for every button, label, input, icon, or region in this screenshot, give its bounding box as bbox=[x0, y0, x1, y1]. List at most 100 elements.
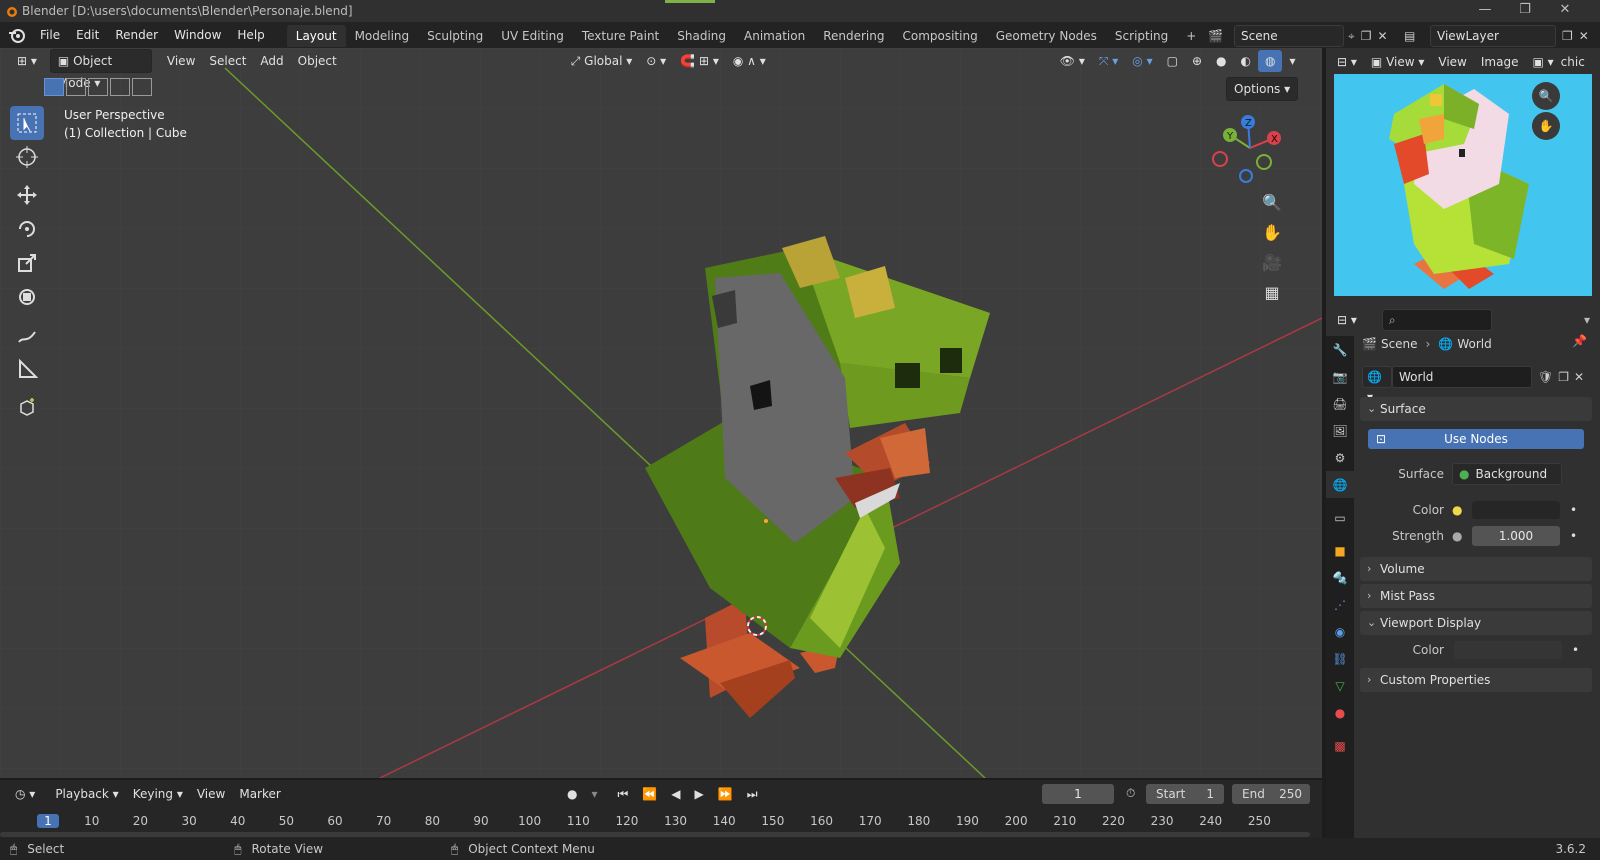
menu-edit[interactable]: Edit bbox=[68, 22, 107, 48]
3d-viewport[interactable]: ⊞ ▾ ▣ Object Mode ▾ View Select Add Obje… bbox=[0, 48, 1322, 778]
timeline-scrollbar[interactable] bbox=[0, 832, 1310, 837]
view-layer-tab-icon[interactable]: 🖼 bbox=[1326, 417, 1354, 444]
camera-view-icon[interactable]: 🎥 bbox=[1258, 248, 1286, 276]
new-world-icon[interactable]: ❐ bbox=[1558, 370, 1569, 384]
add-workspace-button[interactable]: + bbox=[1177, 25, 1205, 47]
view-layer-icon[interactable]: ▤ bbox=[1404, 29, 1430, 43]
shading-solid-icon[interactable]: ● bbox=[1209, 50, 1233, 72]
pin-icon[interactable]: ⌖ bbox=[1348, 29, 1355, 44]
viewport-menu-select[interactable]: Select bbox=[202, 50, 253, 72]
shading-wireframe-icon[interactable]: ⊕ bbox=[1185, 50, 1209, 72]
current-frame-marker[interactable]: 1 bbox=[37, 814, 59, 828]
fake-user-icon[interactable]: 🛡 bbox=[1538, 370, 1553, 384]
add-cube-tool-icon[interactable] bbox=[10, 390, 44, 424]
select-invert-icon[interactable] bbox=[110, 78, 130, 96]
minimize-button[interactable]: — bbox=[1470, 2, 1500, 20]
custom-properties-panel-header[interactable]: › Custom Properties bbox=[1360, 668, 1592, 692]
annotate-tool-icon[interactable] bbox=[10, 318, 44, 352]
tab-compositing[interactable]: Compositing bbox=[893, 25, 986, 47]
menu-window[interactable]: Window bbox=[166, 22, 229, 48]
tab-animation[interactable]: Animation bbox=[735, 25, 814, 47]
transform-tool-icon[interactable] bbox=[10, 280, 44, 314]
output-tab-icon[interactable]: 🖨 bbox=[1326, 390, 1354, 417]
new-scene-icon[interactable]: ❐ bbox=[1361, 29, 1372, 43]
frame-ruler[interactable]: 1 10 20 30 40 50 60 70 80 90 100 110 120 130 140 150 160… bbox=[0, 780, 1322, 838]
world-name-field[interactable]: World bbox=[1392, 366, 1532, 388]
tab-shading[interactable]: Shading bbox=[668, 25, 735, 47]
tab-layout[interactable]: Layout bbox=[286, 25, 346, 47]
modifier-tab-icon[interactable]: 🔩 bbox=[1326, 564, 1354, 591]
volume-panel-header[interactable]: › Volume bbox=[1360, 557, 1592, 581]
viewport-menu-add[interactable]: Add bbox=[253, 50, 290, 72]
strength-field[interactable]: 1.000 bbox=[1472, 526, 1560, 546]
rotate-tool-icon[interactable] bbox=[10, 212, 44, 246]
properties-editor-type-icon[interactable]: ⊟ ▾ bbox=[1330, 309, 1364, 331]
voxel-character[interactable] bbox=[640, 178, 1020, 738]
particles-tab-icon[interactable]: ⋰ bbox=[1326, 591, 1354, 618]
restore-button[interactable]: ❐ bbox=[1510, 2, 1540, 20]
visibility-icon[interactable]: 👁 ▾ bbox=[1053, 50, 1092, 72]
keyframe-dot-icon[interactable]: • bbox=[1570, 503, 1577, 517]
delete-scene-icon[interactable]: ✕ bbox=[1378, 29, 1388, 43]
viewport-menu-object[interactable]: Object bbox=[291, 50, 344, 72]
3d-cursor-icon[interactable] bbox=[744, 613, 770, 639]
keyframe-dot-icon[interactable]: • bbox=[1572, 643, 1579, 657]
color-socket-icon[interactable]: ● bbox=[1452, 503, 1466, 517]
tab-rendering[interactable]: Rendering bbox=[814, 25, 893, 47]
zoom-icon[interactable]: 🔍 bbox=[1258, 188, 1286, 216]
properties-search[interactable]: ⌕ bbox=[1381, 309, 1492, 331]
scene-selector[interactable]: Scene bbox=[1234, 25, 1344, 47]
snap-icon[interactable]: 🧲 ⊞ ▾ bbox=[673, 50, 726, 72]
image-browse-icon[interactable]: ▣ ▾ bbox=[1525, 51, 1560, 73]
keyframe-dot-icon[interactable]: • bbox=[1570, 529, 1577, 543]
tab-geometry-nodes[interactable]: Geometry Nodes bbox=[987, 25, 1106, 47]
image-editor-type-icon[interactable]: ⊟ ▾ bbox=[1330, 51, 1364, 73]
shading-rendered-icon[interactable]: ◍ bbox=[1257, 50, 1283, 72]
cursor-tool-icon[interactable] bbox=[10, 140, 44, 174]
world-browse-icon[interactable]: 🌐▾ bbox=[1362, 366, 1392, 404]
gizmo-toggle-icon[interactable]: ⤧ ▾ bbox=[1092, 50, 1125, 72]
color-swatch[interactable] bbox=[1472, 501, 1560, 519]
pivot-point-icon[interactable]: ⊙ ▾ bbox=[639, 50, 673, 72]
image-editor[interactable]: ⊟ ▾ ▣ View ▾ View Image ▣ ▾ chic 🔍 ✋ bbox=[1326, 48, 1600, 306]
shading-options-icon[interactable]: ▾ bbox=[1282, 50, 1302, 72]
preview-pan-icon[interactable]: ✋ bbox=[1532, 112, 1560, 140]
delete-view-layer-icon[interactable]: ✕ bbox=[1579, 29, 1589, 43]
perspective-toggle-icon[interactable]: ▦ bbox=[1258, 278, 1286, 306]
tab-modeling[interactable]: Modeling bbox=[346, 25, 419, 47]
properties-options-icon[interactable]: ▾ bbox=[1584, 313, 1590, 327]
viewport-menu-view[interactable]: View bbox=[160, 50, 202, 72]
scale-tool-icon[interactable] bbox=[10, 246, 44, 280]
tab-scripting[interactable]: Scripting bbox=[1106, 25, 1177, 47]
close-window-button[interactable]: ✕ bbox=[1550, 2, 1580, 20]
select-subtract-icon[interactable] bbox=[88, 78, 108, 96]
texture-tab-icon[interactable]: ▩ bbox=[1326, 732, 1354, 759]
use-nodes-button[interactable]: ⊡ Use Nodes bbox=[1368, 429, 1584, 449]
view-layer-selector[interactable]: ViewLayer bbox=[1430, 25, 1556, 47]
surface-shader-selector[interactable]: ● Background bbox=[1452, 463, 1562, 485]
pin-properties-icon[interactable]: 📌 bbox=[1572, 334, 1587, 348]
physics-tab-icon[interactable]: ◉ bbox=[1326, 618, 1354, 645]
select-new-icon[interactable] bbox=[44, 78, 64, 96]
mode-selector[interactable]: ▣ Object Mode ▾ bbox=[49, 49, 152, 90]
move-tool-icon[interactable] bbox=[10, 178, 44, 212]
proportional-edit-icon[interactable]: ◉ ∧ ▾ bbox=[726, 50, 773, 72]
world-tab-icon[interactable]: 🌐 bbox=[1326, 471, 1354, 498]
strength-socket-icon[interactable]: ● bbox=[1452, 529, 1466, 543]
tab-texture-paint[interactable]: Texture Paint bbox=[573, 25, 668, 47]
measure-tool-icon[interactable] bbox=[10, 352, 44, 386]
tool-tab-icon[interactable]: 🔧 bbox=[1326, 336, 1354, 363]
unlink-world-icon[interactable]: ✕ bbox=[1574, 370, 1584, 384]
viewport-display-panel-header[interactable]: ⌄ Viewport Display bbox=[1360, 611, 1592, 635]
data-tab-icon[interactable]: ▽ bbox=[1326, 672, 1354, 699]
shading-material-icon[interactable]: ◐ bbox=[1234, 50, 1258, 72]
surface-panel-header[interactable]: ⌄ Surface bbox=[1360, 397, 1592, 421]
tab-sculpting[interactable]: Sculpting bbox=[418, 25, 492, 47]
overlay-toggle-icon[interactable]: ◎ ▾ bbox=[1125, 50, 1159, 72]
scene-tab-icon[interactable]: ⚙ bbox=[1326, 444, 1354, 471]
preview-menu-view[interactable]: View bbox=[1431, 51, 1473, 73]
xray-toggle-icon[interactable]: ▢ bbox=[1160, 50, 1185, 72]
preview-menu-image[interactable]: Image bbox=[1474, 51, 1526, 73]
collection-tab-icon[interactable]: ▭ bbox=[1326, 504, 1354, 531]
select-intersect-icon[interactable] bbox=[132, 78, 152, 96]
